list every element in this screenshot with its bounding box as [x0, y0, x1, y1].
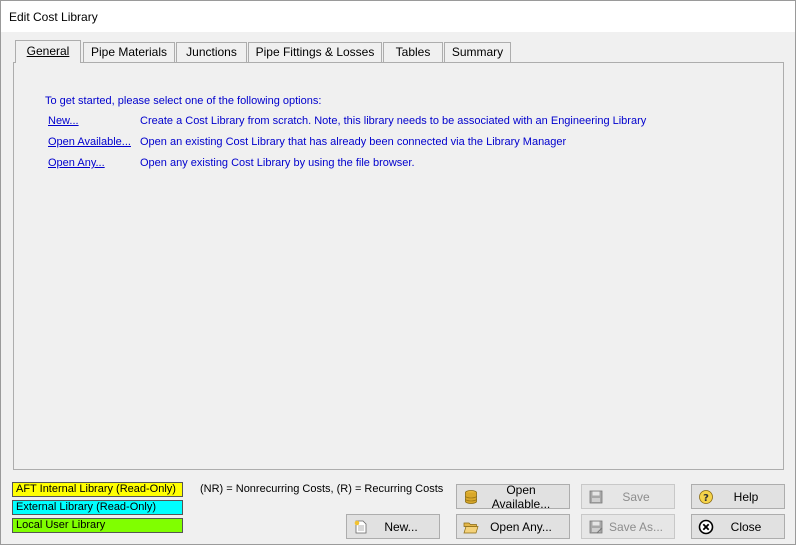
save-button-label: Save — [622, 489, 650, 504]
help-button[interactable]: ? Help — [691, 484, 785, 509]
tab-summary[interactable]: Summary — [444, 42, 511, 63]
open-folder-icon — [463, 519, 479, 535]
tab-general[interactable]: General — [15, 40, 81, 63]
open-available-button[interactable]: Open Available... — [456, 482, 570, 511]
edit-cost-library-window: Edit Cost Library General Pipe Materials… — [0, 0, 796, 545]
open-any-link[interactable]: Open Any... — [48, 157, 105, 169]
tab-label: Summary — [451, 45, 504, 59]
save-as-icon — [588, 519, 604, 535]
tab-label: Tables — [395, 45, 431, 59]
tab-label: Junctions — [186, 45, 237, 59]
title-bar: Edit Cost Library — [1, 1, 795, 32]
open-available-button-label: Open Available... — [491, 482, 551, 511]
new-button[interactable]: New... — [346, 514, 440, 539]
open-available-link[interactable]: Open Available... — [48, 136, 131, 148]
open-any-description: Open any existing Cost Library by using … — [140, 157, 415, 169]
open-any-button[interactable]: Open Any... — [456, 514, 570, 539]
database-icon — [463, 489, 479, 505]
close-icon — [698, 519, 714, 535]
general-tab-panel: To get started, please select one of the… — [13, 62, 784, 470]
close-button-label: Close — [730, 519, 762, 534]
cost-type-note: (NR) = Nonrecurring Costs, (R) = Recurri… — [200, 483, 444, 495]
tab-pipe-materials[interactable]: Pipe Materials — [83, 42, 175, 63]
help-button-label: Help — [733, 489, 759, 504]
save-button[interactable]: Save — [581, 484, 675, 509]
tab-label: General — [26, 44, 70, 58]
new-button-label: New... — [384, 519, 418, 534]
save-as-button-label: Save As... — [608, 519, 664, 534]
svg-text:?: ? — [703, 493, 709, 504]
legend-external: External Library (Read-Only) — [12, 500, 183, 515]
legend-aft-internal: AFT Internal Library (Read-Only) — [12, 482, 183, 497]
tab-pipe-fittings-losses[interactable]: Pipe Fittings & Losses — [248, 42, 382, 63]
legend-local-user: Local User Library — [12, 518, 183, 533]
open-available-description: Open an existing Cost Library that has a… — [140, 136, 567, 148]
save-disk-icon — [588, 489, 604, 505]
new-document-icon — [353, 519, 369, 535]
tab-label: Pipe Materials — [90, 45, 168, 59]
open-any-button-label: Open Any... — [490, 519, 552, 534]
tab-tables[interactable]: Tables — [383, 42, 443, 63]
intro-text: To get started, please select one of the… — [45, 95, 322, 107]
new-description: Create a Cost Library from scratch. Note… — [140, 115, 647, 127]
help-icon: ? — [698, 489, 714, 505]
save-as-button[interactable]: Save As... — [581, 514, 675, 539]
tab-junctions[interactable]: Junctions — [176, 42, 247, 63]
tab-label: Pipe Fittings & Losses — [255, 45, 375, 59]
new-link[interactable]: New... — [48, 115, 79, 127]
close-button[interactable]: Close — [691, 514, 785, 539]
window-title: Edit Cost Library — [9, 10, 98, 24]
